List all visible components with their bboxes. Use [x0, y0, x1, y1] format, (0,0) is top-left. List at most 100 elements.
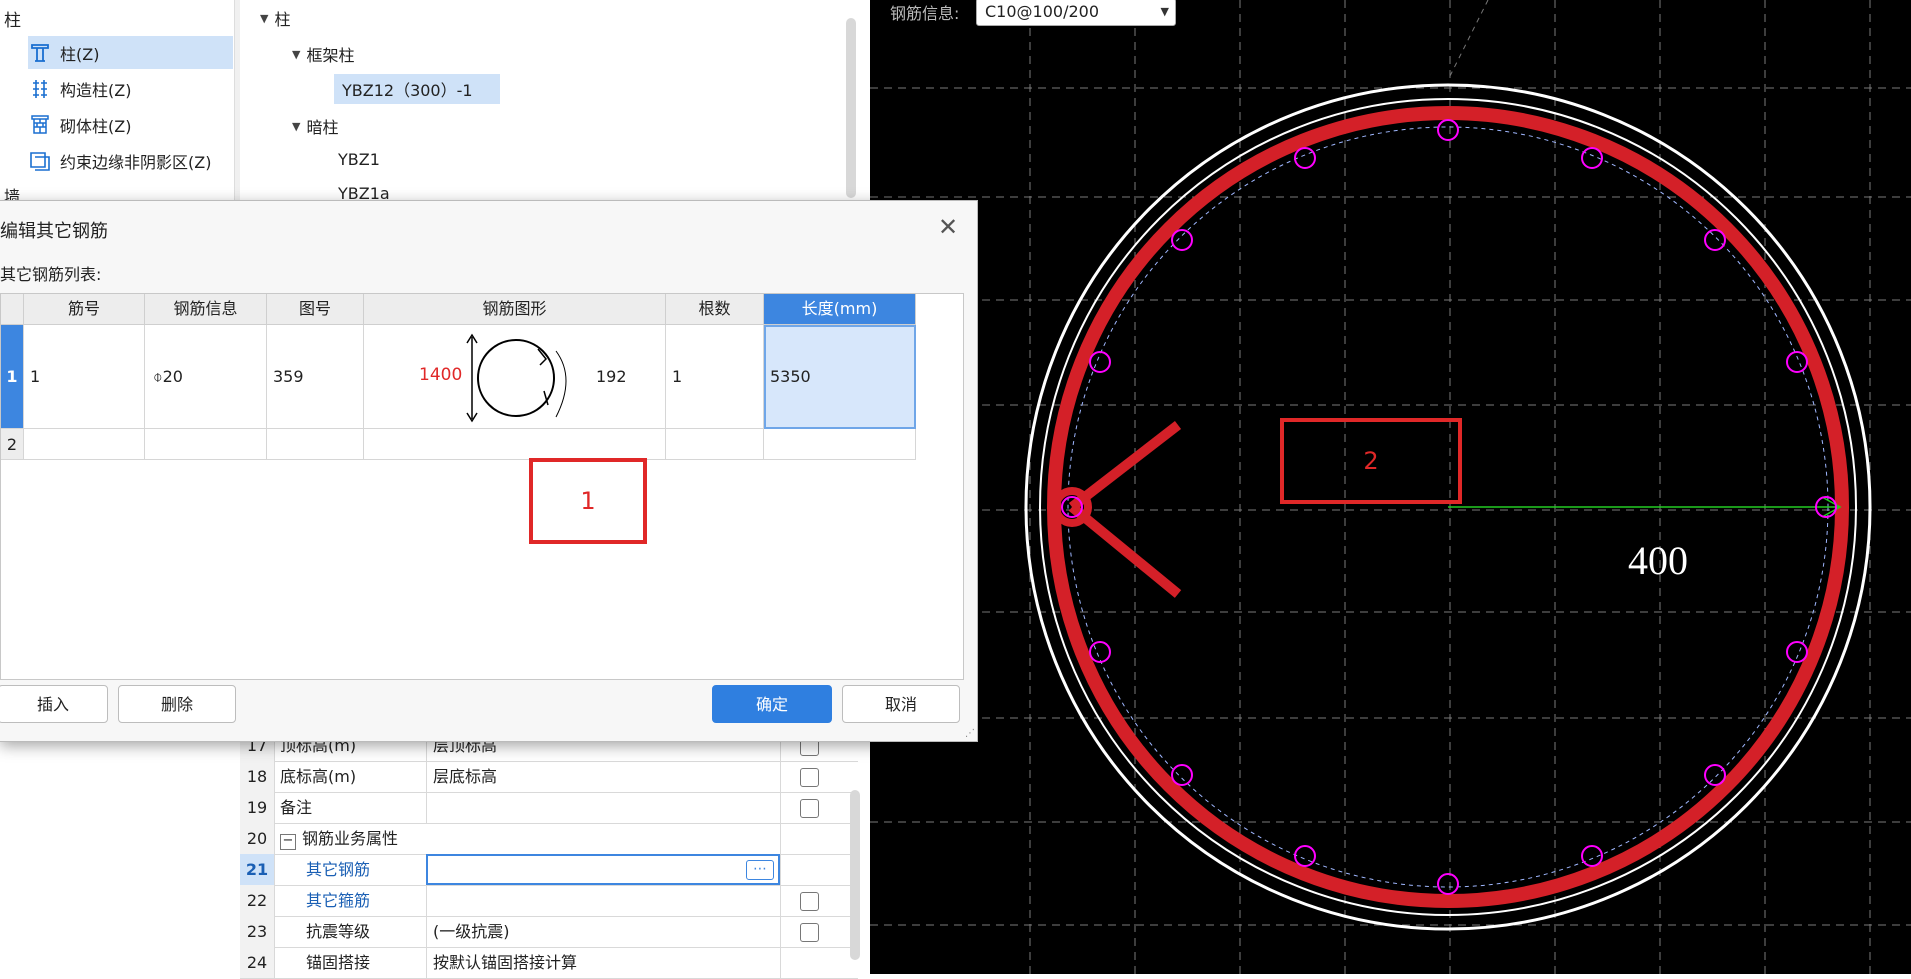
tree-leaf-label: YBZ1: [338, 150, 380, 169]
fig-no-cell[interactable]: [267, 429, 364, 460]
tree-node-frame-column[interactable]: ▼ 框架柱: [292, 42, 354, 66]
property-value[interactable]: [426, 792, 773, 823]
tree-node-label: 暗柱: [306, 118, 339, 137]
property-value[interactable]: (一级抗震): [426, 916, 773, 947]
close-icon[interactable]: ✕: [938, 213, 958, 241]
more-options-button[interactable]: ⋯: [746, 860, 774, 880]
other-rebar-input[interactable]: ⋯: [426, 854, 780, 885]
cell-divider: [780, 761, 781, 792]
property-checkbox[interactable]: [800, 799, 819, 818]
rebar-point: [1294, 845, 1316, 867]
tree-node-hidden-column[interactable]: ▼ 暗柱: [292, 114, 338, 138]
rebar-point: [1171, 764, 1193, 786]
tree-leaf-ybz12[interactable]: YBZ12（300）-1: [334, 74, 500, 104]
row-number: 24: [240, 947, 275, 978]
property-checkbox[interactable]: [800, 923, 819, 942]
cancel-button[interactable]: 取消: [842, 685, 960, 723]
property-value[interactable]: 层底标高: [426, 761, 773, 792]
length-cell[interactable]: 5350: [764, 325, 916, 429]
tree-item-label: 砌体柱(Z): [60, 116, 132, 136]
tree-item-masonry-column[interactable]: 砌体柱(Z): [28, 108, 233, 141]
property-checkbox[interactable]: [800, 768, 819, 787]
tree-scrollbar[interactable]: [846, 18, 856, 198]
property-value[interactable]: 按默认锚固搭接计算: [426, 947, 773, 978]
rebar-shape-icon: [466, 333, 567, 423]
cell-divider: [780, 792, 781, 823]
count-cell[interactable]: [666, 429, 764, 460]
cell-divider: [780, 854, 781, 885]
property-row[interactable]: 18 底标高(m) 层底标高: [240, 761, 858, 793]
property-name: 其它钢筋: [306, 860, 371, 879]
column-header-active[interactable]: 长度(mm): [764, 294, 916, 325]
row-number[interactable]: 2: [1, 429, 24, 460]
masonry-column-icon: [31, 114, 49, 134]
tree-item-label: 柱(Z): [60, 44, 100, 64]
delete-button[interactable]: 删除: [118, 685, 236, 723]
rebar-table: 筋号 钢筋信息 图号 钢筋图形 根数 长度(mm) 1 1 ⌽20 359 14…: [0, 293, 964, 680]
row-number: 20: [240, 823, 275, 854]
property-value[interactable]: [426, 885, 773, 916]
property-name: 锚固搭接: [306, 953, 371, 972]
bar-info-cell[interactable]: ⌽20: [145, 325, 267, 429]
property-group-row[interactable]: 20 − 钢筋业务属性: [240, 823, 858, 855]
property-row[interactable]: 23 抗震等级 (一级抗震): [240, 916, 858, 948]
row-number: 19: [240, 792, 275, 823]
column-header[interactable]: 图号: [267, 294, 364, 325]
tree-item-column[interactable]: 柱(Z): [28, 36, 233, 69]
row-number[interactable]: 1: [1, 325, 24, 429]
property-row-selected[interactable]: 21 其它钢筋 ⋯: [240, 854, 858, 886]
property-row[interactable]: 19 备注: [240, 792, 858, 824]
rebar-point: [1089, 351, 1111, 373]
annotation-number: 1: [580, 487, 596, 515]
tree-leaf-ybz1[interactable]: YBZ1: [338, 150, 380, 169]
tree-node-column-root[interactable]: ▼ 柱: [260, 6, 290, 30]
bar-shape-cell[interactable]: 1400 192: [364, 325, 666, 429]
row-number: 21: [240, 854, 275, 885]
row-number: 23: [240, 916, 275, 947]
table-corner: [1, 294, 24, 325]
dropdown-arrow-icon: ▼: [1160, 5, 1169, 18]
length-cell[interactable]: [764, 429, 916, 460]
property-name: 抗震等级: [306, 922, 371, 941]
property-row[interactable]: 22 其它箍筋: [240, 885, 858, 917]
property-panel: 17 顶标高(m) 层顶标高 18 底标高(m) 层底标高 19 备注 20 −…: [240, 730, 868, 979]
bar-no-cell[interactable]: 1: [24, 325, 145, 429]
column-icon: [31, 43, 49, 62]
constraint-edge-icon: [30, 151, 50, 171]
leader-line: [1447, 0, 1489, 81]
resize-grip-icon[interactable]: ⋰: [965, 728, 975, 739]
annotation-number: 2: [1363, 447, 1379, 475]
rebar-point: [1704, 229, 1726, 251]
component-list-panel: ▼ 柱 ▼ 框架柱 YBZ12（300）-1 ▼ 暗柱 YBZ1 YBZ1a: [240, 0, 868, 203]
property-name: 备注: [280, 798, 313, 817]
property-checkbox[interactable]: [800, 892, 819, 911]
count-cell[interactable]: 1: [666, 325, 764, 429]
property-row[interactable]: 24 锚固搭接 按默认锚固搭接计算: [240, 947, 858, 979]
column-header[interactable]: 根数: [666, 294, 764, 325]
ok-button[interactable]: 确定: [712, 685, 832, 723]
property-name: 其它箍筋: [306, 891, 371, 910]
tree-item-structural-column[interactable]: 构造柱(Z): [28, 72, 233, 105]
rebar-info-value: C10@100/200: [985, 2, 1099, 21]
cell-divider: [780, 885, 781, 916]
column-header[interactable]: 筋号: [24, 294, 145, 325]
shape-right-dimension: 192: [596, 367, 627, 386]
cell-divider: [780, 823, 781, 854]
column-header[interactable]: 钢筋图形: [364, 294, 666, 325]
tree-leaf-label: YBZ12（300）-1: [342, 81, 473, 100]
caret-down-icon: ▼: [260, 11, 269, 25]
tree-item-constraint-edge[interactable]: 约束边缘非阴影区(Z): [28, 144, 233, 177]
cad-drawing-canvas[interactable]: 400 钢筋信息: C10@100/200 ▼ 2: [870, 0, 1911, 974]
insert-button[interactable]: 插入: [0, 685, 108, 723]
dialog-title: 编辑其它钢筋: [0, 221, 108, 242]
bar-info-cell[interactable]: [145, 429, 267, 460]
shape-left-dimension: 1400: [419, 365, 463, 385]
bar-shape-cell[interactable]: [364, 429, 666, 460]
collapse-icon[interactable]: −: [280, 834, 296, 850]
rebar-info-dropdown[interactable]: C10@100/200 ▼: [976, 0, 1176, 26]
bar-no-cell[interactable]: [24, 429, 145, 460]
tree-node-label: 框架柱: [306, 46, 355, 65]
property-scrollbar[interactable]: [850, 790, 860, 960]
column-header[interactable]: 钢筋信息: [145, 294, 267, 325]
fig-no-cell[interactable]: 359: [267, 325, 364, 429]
